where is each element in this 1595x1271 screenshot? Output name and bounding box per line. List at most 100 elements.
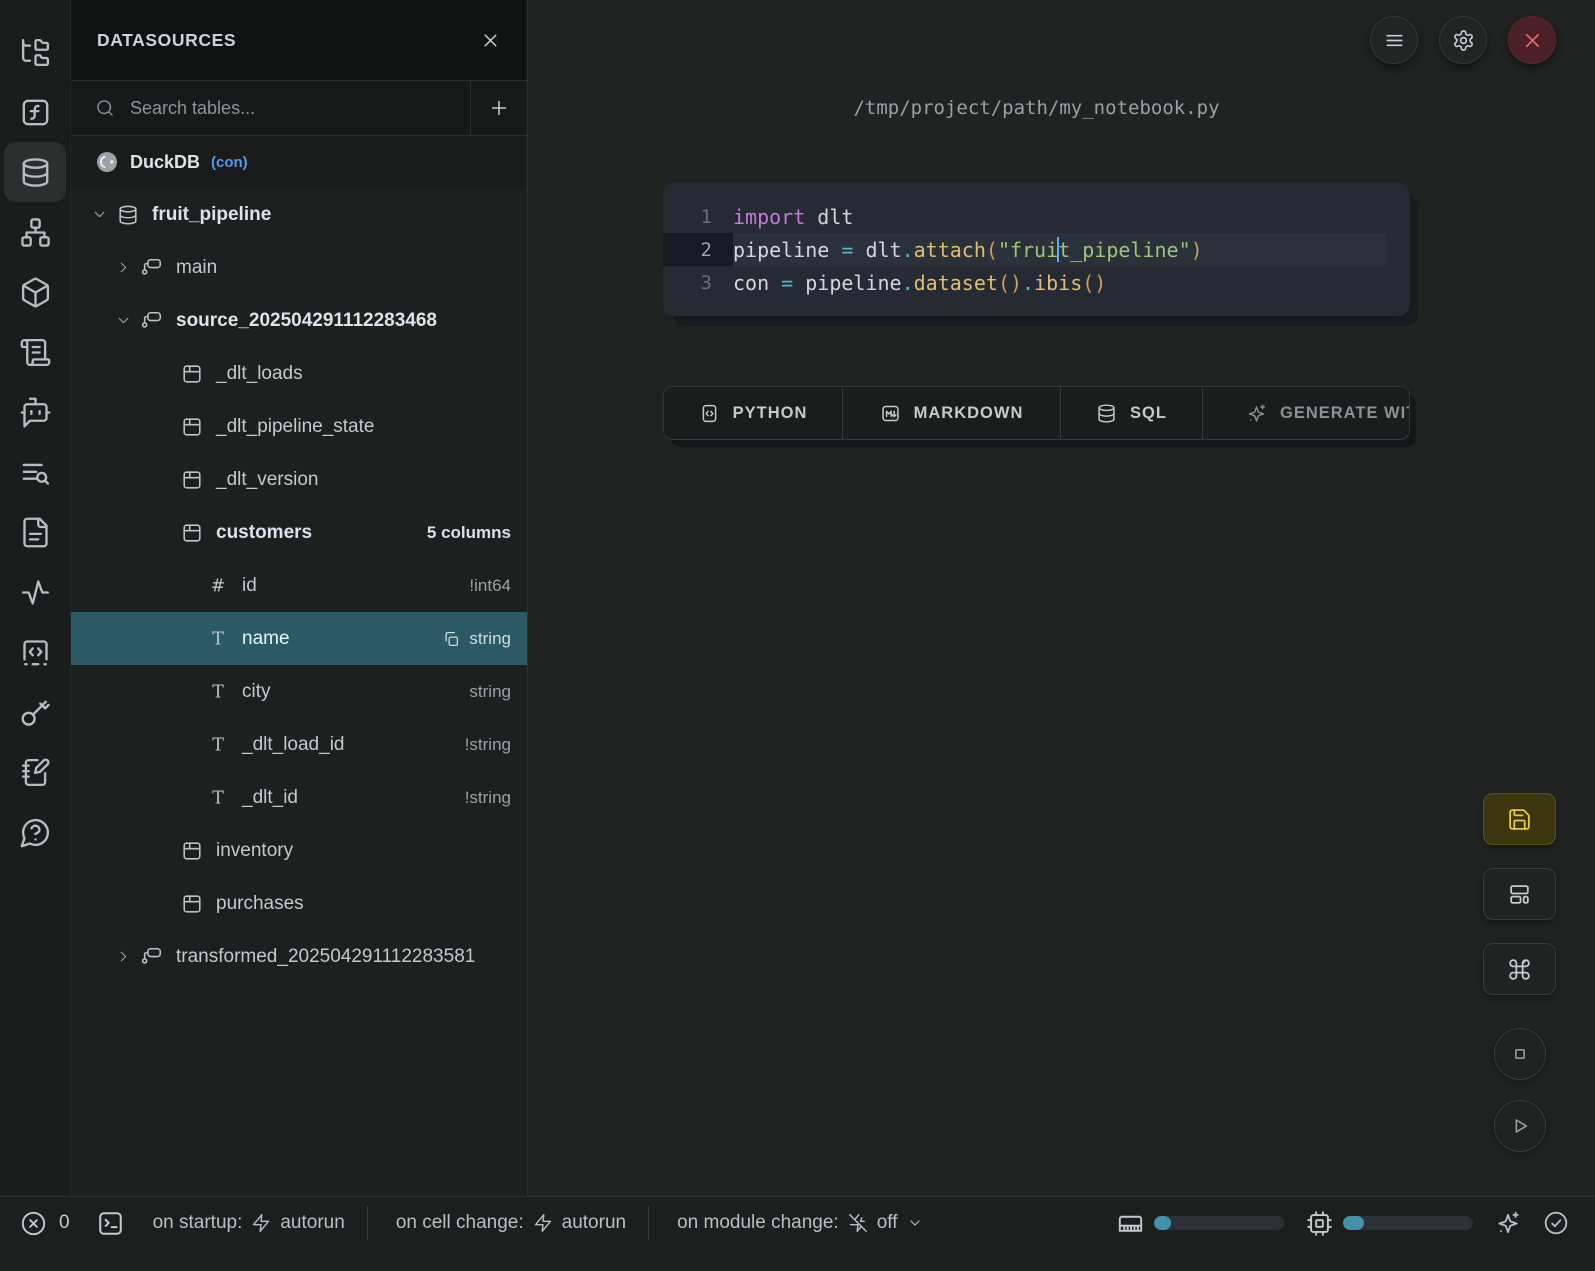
command-palette-button[interactable] — [1483, 943, 1556, 995]
rail-item-scripts[interactable] — [4, 322, 66, 382]
schema-icon — [141, 946, 163, 968]
tree-row--dlt-version[interactable]: _dlt_version — [71, 453, 527, 506]
rail-item-packages[interactable] — [4, 262, 66, 322]
on-module-change-config[interactable]: on module change:off — [677, 1212, 922, 1234]
help-circle-icon — [19, 816, 52, 849]
search-input[interactable] — [130, 98, 470, 119]
run-button[interactable] — [1494, 1100, 1546, 1152]
chevron-down-icon — [907, 1215, 923, 1231]
rail-item-scratchpad[interactable] — [4, 742, 66, 802]
rail-item-chat[interactable] — [4, 382, 66, 442]
tree-row-main[interactable]: main — [71, 241, 527, 294]
add-sql-cell-button[interactable]: SQL — [1060, 387, 1202, 439]
tree-row-city[interactable]: Tcitystring — [71, 665, 527, 718]
generate-with-ai-button[interactable]: GENERATE WITH AI — [1202, 387, 1409, 439]
add-markdown-cell-button[interactable]: MARKDOWN — [842, 387, 1060, 439]
code-token: t_pipeline" — [1058, 238, 1190, 262]
ai-assistant-button[interactable] — [1495, 1210, 1521, 1236]
close-panel-button[interactable] — [480, 30, 501, 51]
editor-area: /tmp/project/path/my_notebook.py 1import… — [528, 0, 1595, 1196]
code-token: import — [733, 205, 805, 229]
code-token: ) — [1191, 238, 1203, 262]
column-type-label: string — [469, 629, 511, 649]
window-actions — [1370, 16, 1556, 64]
tree-item-label: _dlt_loads — [216, 363, 303, 385]
database-icon — [1096, 403, 1117, 424]
schema-icon — [141, 310, 163, 332]
key-icon — [19, 696, 52, 729]
connection-row[interactable]: DuckDB (con) — [71, 136, 527, 188]
rail-item-documentation[interactable] — [4, 502, 66, 562]
add-cell-button-label: PYTHON — [733, 404, 808, 423]
app: DATASOURCES DuckDB (con) fruit_pipelinem… — [0, 0, 1595, 1196]
menu-button[interactable] — [1370, 16, 1418, 64]
tree-row-transformed-202504291112283581[interactable]: transformed_202504291112283581 — [71, 930, 527, 983]
rail-item-variables[interactable] — [4, 82, 66, 142]
rail-item-file-explorer[interactable] — [4, 22, 66, 82]
tree-row-name[interactable]: Tnamestring — [71, 612, 527, 665]
chevron-right-icon[interactable] — [115, 259, 132, 276]
notebook-path: /tmp/project/path/my_notebook.py — [663, 97, 1410, 119]
rail-item-snippets[interactable] — [4, 622, 66, 682]
play-icon — [1509, 1115, 1531, 1137]
error-count-button[interactable]: 0 — [20, 1210, 70, 1237]
code-cell[interactable]: 1import dlt2pipeline = dlt.attach("fruit… — [663, 183, 1410, 316]
line-number: 1 — [663, 200, 733, 233]
file-text-icon — [19, 516, 52, 549]
column-type-label: !string — [465, 788, 511, 808]
table-icon — [181, 416, 203, 438]
code-token: dlt — [853, 238, 901, 262]
app-root: { "colors": { "selection": "#2b5a66", "c… — [0, 0, 1595, 1271]
side-actions — [1483, 793, 1556, 1152]
tree-row-fruit-pipeline[interactable]: fruit_pipeline — [71, 188, 527, 241]
rail-item-logs[interactable] — [4, 442, 66, 502]
memory-usage-bar — [1154, 1216, 1284, 1230]
status-config-label: on module change: — [677, 1212, 839, 1234]
close-icon — [1521, 29, 1544, 52]
settings-button[interactable] — [1439, 16, 1487, 64]
svg-text:#: # — [211, 576, 226, 596]
tree-row--dlt-pipeline-state[interactable]: _dlt_pipeline_state — [71, 400, 527, 453]
shutdown-button[interactable] — [1508, 16, 1556, 64]
tree-row--dlt-id[interactable]: T_dlt_id!string — [71, 771, 527, 824]
rail-item-help[interactable] — [4, 802, 66, 862]
duckdb-logo-icon — [95, 150, 119, 174]
rail-item-dependencies[interactable] — [4, 202, 66, 262]
command-icon — [1507, 957, 1532, 982]
on-startup-config[interactable]: on startup:autorun — [153, 1212, 345, 1234]
copy-icon[interactable] — [442, 630, 460, 648]
stop-button[interactable] — [1494, 1028, 1546, 1080]
tree-row-inventory[interactable]: inventory — [71, 824, 527, 877]
search-row — [71, 81, 527, 136]
rail-item-datasources[interactable] — [4, 142, 66, 202]
terminal-button[interactable] — [96, 1209, 125, 1238]
tree-row-purchases[interactable]: purchases — [71, 877, 527, 930]
tree-row--dlt-load-id[interactable]: T_dlt_load_id!string — [71, 718, 527, 771]
menu-icon — [1383, 29, 1406, 52]
on-cell-change-config[interactable]: on cell change:autorun — [396, 1212, 626, 1234]
tree-row-customers[interactable]: customers5 columns — [71, 506, 527, 559]
cpu-usage-fill — [1343, 1216, 1364, 1230]
tree-row-source-202504291112283468[interactable]: source_202504291112283468 — [71, 294, 527, 347]
layout-icon — [1507, 882, 1532, 907]
save-button[interactable] — [1483, 793, 1556, 845]
status-config-value: autorun — [562, 1212, 626, 1234]
ram-icon — [1117, 1210, 1144, 1237]
rail-item-tracing[interactable] — [4, 562, 66, 622]
chevron-down-icon[interactable] — [115, 312, 132, 329]
terminal-icon — [96, 1209, 125, 1238]
rail-item-secrets[interactable] — [4, 682, 66, 742]
tree-item-meta: 5 columns — [427, 523, 511, 543]
tree-row-id[interactable]: #id!int64 — [71, 559, 527, 612]
layout-toggle-button[interactable] — [1483, 868, 1556, 920]
tree-row--dlt-loads[interactable]: _dlt_loads — [71, 347, 527, 400]
add-python-cell-button[interactable]: PYTHON — [664, 387, 842, 439]
chevron-right-icon[interactable] — [115, 948, 132, 965]
tree-item-label: source_202504291112283468 — [176, 310, 437, 332]
code-token: ( — [986, 238, 998, 262]
add-datasource-button[interactable] — [470, 81, 527, 135]
tree-item-label: city — [242, 681, 271, 703]
code-line: 2pipeline = dlt.attach("fruit_pipeline") — [663, 233, 1410, 266]
connection-status-button[interactable] — [1543, 1210, 1569, 1236]
chevron-down-icon[interactable] — [91, 206, 108, 223]
